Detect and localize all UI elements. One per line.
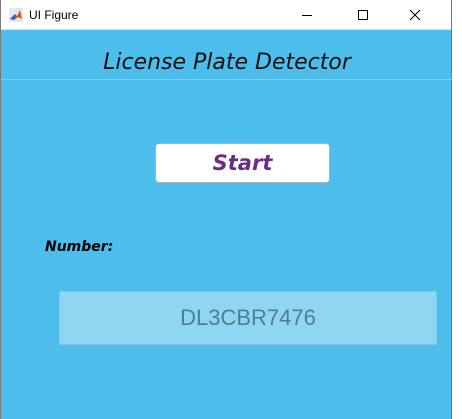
window-title: UI Figure	[29, 8, 79, 22]
heading-divider	[1, 79, 453, 80]
app-heading: License Plate Detector	[103, 50, 351, 75]
minimize-icon	[302, 15, 312, 16]
plate-number-field[interactable]: DL3CBR7476	[59, 291, 437, 345]
maximize-button[interactable]	[341, 0, 385, 30]
minimize-button[interactable]	[285, 0, 329, 30]
maximize-icon	[358, 10, 368, 20]
start-button[interactable]: Start	[155, 143, 330, 183]
close-icon	[409, 9, 421, 21]
ui-figure-window: UI Figure License Plate Detector Start N…	[0, 0, 453, 419]
number-label: Number:	[45, 239, 114, 255]
matlab-icon	[9, 8, 23, 22]
close-button[interactable]	[393, 0, 437, 30]
title-bar[interactable]: UI Figure	[1, 0, 451, 30]
